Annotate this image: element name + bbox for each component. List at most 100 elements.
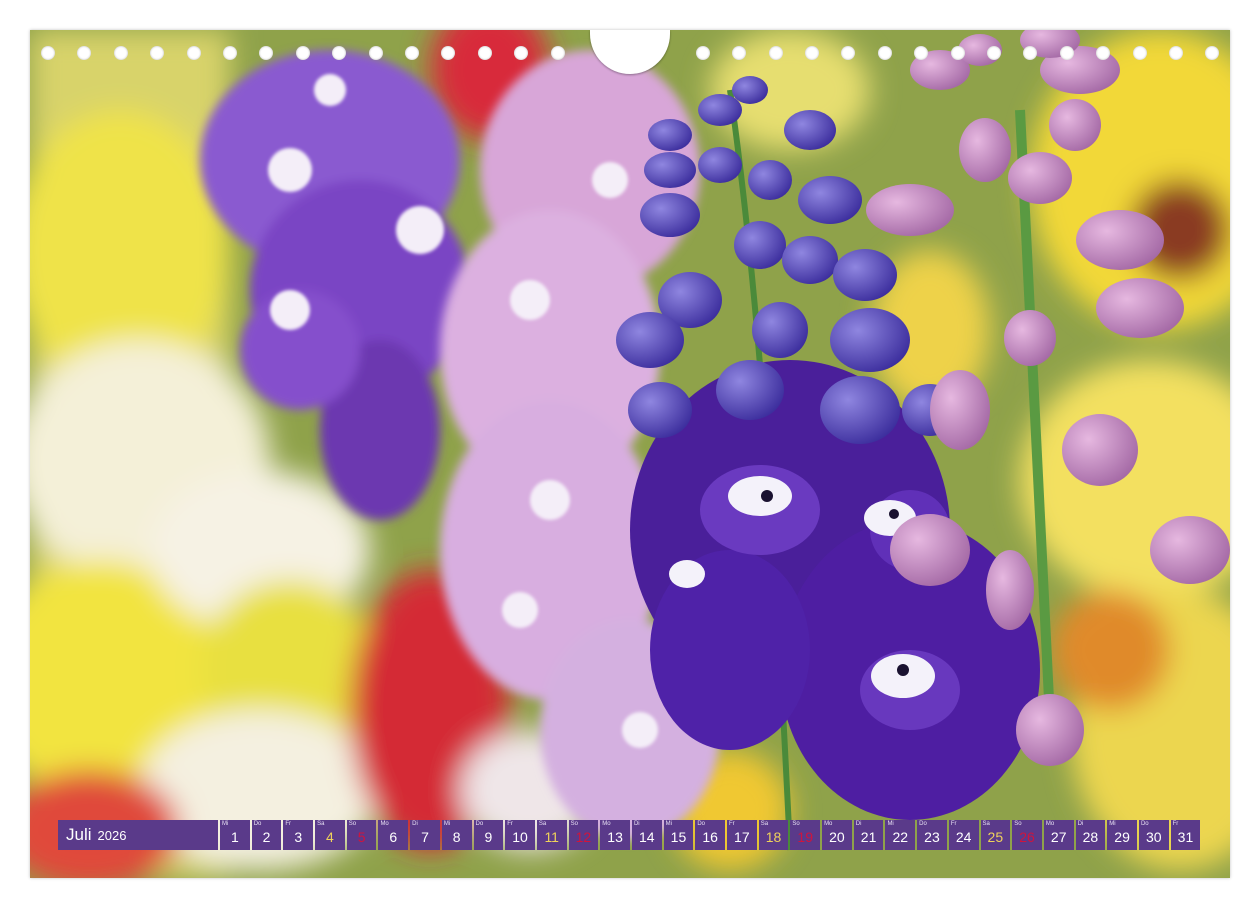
day-of-week: Do [1140,821,1149,827]
day-of-week: Mo [602,821,611,827]
binding-hole [41,46,55,60]
binding-hole [696,46,710,60]
binding-hole [478,46,492,60]
day-of-week: Fr [507,821,513,827]
day-cell: Mi 29 [1107,820,1137,850]
day-cell: Mo 20 [822,820,852,850]
day-number: 20 [829,829,845,845]
day-cell: Sa 18 [758,820,789,850]
day-of-week: Mi [222,821,229,827]
day-number: 2 [262,829,271,845]
day-of-week: Di [855,821,862,827]
binding-hole [369,46,383,60]
day-number: 11 [544,829,559,845]
day-number: 15 [670,829,687,845]
day-number: 27 [1050,829,1067,845]
day-cell: So 12 [568,820,599,850]
day-number: 29 [1114,829,1130,845]
binding-hole [259,46,273,60]
month-label: Juli 2026 [58,820,218,850]
day-cell: Sa 4 [315,820,345,850]
day-of-week: Fr [285,821,292,827]
binding-hole [1133,46,1147,60]
year: 2026 [97,827,127,843]
calendar-page: Juli 2026 Mi 1 Do 2 Fr 3 Sa 4 So 5 Mo 6 Di 7 Mi 8 Do 9 Fr 1… [30,30,1230,878]
day-number: 4 [326,829,334,845]
day-number: 13 [607,829,623,845]
day-number: 12 [575,829,592,845]
binding-hole [732,46,746,60]
day-number: 30 [1145,829,1162,845]
binding-hole [805,46,819,60]
day-cell: Sa 11 [536,820,567,850]
day-cell: Mi 1 [220,820,250,850]
day-of-week: Fr [1172,821,1179,827]
day-cell: Do 30 [1138,820,1169,850]
month-name: Juli [66,825,92,844]
day-cell: So 5 [346,820,377,850]
day-of-week: Sa [760,821,769,827]
day-number: 31 [1177,829,1194,845]
binding-hole [77,46,91,60]
day-of-week: Sa [538,821,547,827]
day-cell: Di 28 [1075,820,1106,850]
day-number: 24 [955,829,972,845]
day-of-week: Mo [380,821,389,827]
day-number: 18 [765,829,782,845]
day-cell: Do 16 [695,820,725,850]
day-number: 9 [484,829,493,845]
day-of-week: Di [633,821,640,827]
day-number: 3 [294,829,303,845]
flower-photo [30,30,1230,878]
day-cell: Do 23 [917,820,947,850]
day-number: 16 [702,829,718,845]
binding-hole [332,46,346,60]
day-of-week: Mi [887,821,894,827]
day-of-week: Fr [950,821,957,827]
day-of-week: Mi [443,821,451,827]
day-number: 10 [512,829,528,845]
day-cell: Mo 27 [1043,820,1074,850]
day-number: 23 [924,829,940,845]
binding-hole [296,46,310,60]
day-of-week: Sa [982,821,990,827]
day-cell: Fr 24 [948,820,979,850]
spiral-binding [30,30,1230,74]
binding-hole [914,46,928,60]
day-number: 1 [230,829,239,845]
binding-hole [441,46,455,60]
day-of-week: Do [919,821,927,827]
day-of-week: Mi [665,821,672,827]
day-of-week: Mo [824,821,833,827]
day-of-week: Sa [317,821,325,827]
day-number: 17 [734,829,750,845]
binding-hole [987,46,1001,60]
day-of-week: Mi [1109,821,1116,827]
day-number: 7 [421,829,429,845]
day-cell: Di 14 [631,820,662,850]
binding-hole [551,46,565,60]
day-cell: Mi 22 [885,820,916,850]
day-of-week: So [792,821,800,827]
binding-hole [951,46,965,60]
day-number: 25 [987,829,1004,845]
calendar-strip: Juli 2026 Mi 1 Do 2 Fr 3 Sa 4 So 5 Mo 6 Di 7 Mi 8 Do 9 Fr 1… [58,820,1202,850]
day-of-week: Mo [1045,821,1055,827]
day-cell: Di 21 [853,820,884,850]
day-cell: Mo 13 [600,820,630,850]
day-number: 8 [452,829,461,845]
day-cell: So 26 [1012,820,1042,850]
day-number: 14 [638,829,655,845]
day-number: 22 [892,829,909,845]
day-of-week: Di [412,821,418,827]
binding-hole [405,46,419,60]
day-cell: Mo 6 [378,820,409,850]
day-cell: Do 2 [251,820,282,850]
day-number: 28 [1082,829,1099,845]
binding-hole [223,46,237,60]
binding-hole [1205,46,1219,60]
day-cell: Sa 25 [980,820,1011,850]
day-of-week: Do [475,821,484,827]
day-cell: Di 7 [410,820,440,850]
day-of-week: Fr [729,821,735,827]
